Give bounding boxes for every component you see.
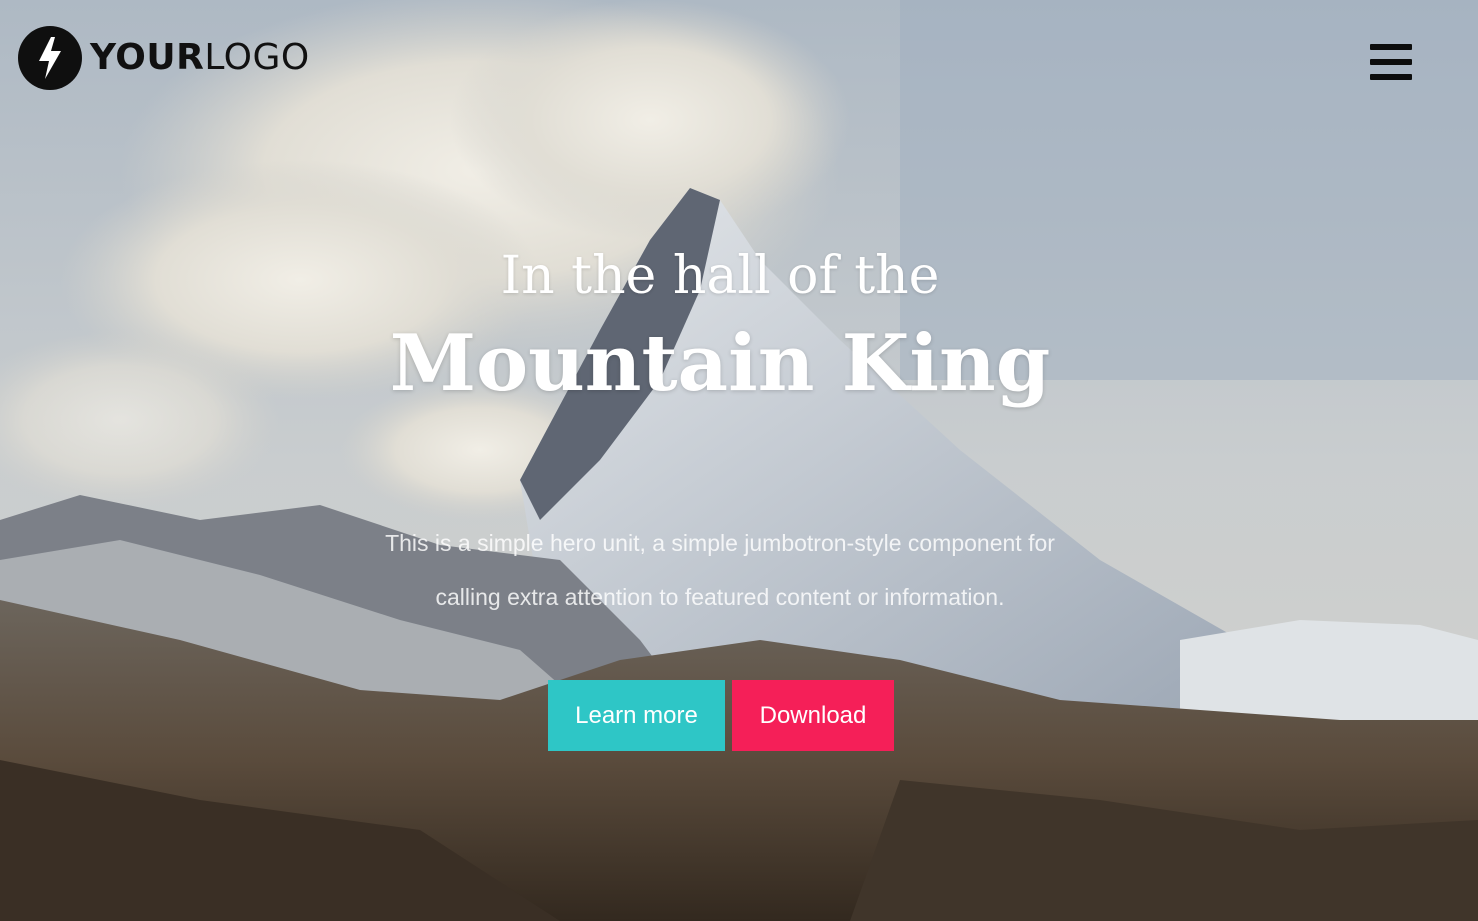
download-button[interactable]: Download [732, 680, 894, 751]
hero-lead-line-2: calling extra attention to featured cont… [435, 584, 1005, 610]
hero-buttons: Learn more Download [548, 680, 894, 751]
lightning-bolt-icon [18, 26, 82, 90]
logo-text-light: LOGO [204, 37, 310, 78]
mountain-background-image [0, 0, 1478, 921]
logo-text: YOURLOGO [90, 40, 310, 76]
hero-kicker: In the hall of the [500, 246, 940, 306]
hero-title: Mountain King [389, 318, 1051, 409]
hero-lead-line-1: This is a simple hero unit, a simple jum… [385, 530, 1055, 556]
hamburger-menu-icon[interactable] [1370, 44, 1412, 80]
hero-section: YOURLOGO In the hall of the Mountain Kin… [0, 0, 1478, 921]
logo[interactable]: YOURLOGO [18, 25, 310, 91]
hero-lead: This is a simple hero unit, a simple jum… [290, 516, 1150, 624]
logo-text-bold: YOUR [90, 37, 205, 78]
learn-more-button[interactable]: Learn more [548, 680, 725, 751]
